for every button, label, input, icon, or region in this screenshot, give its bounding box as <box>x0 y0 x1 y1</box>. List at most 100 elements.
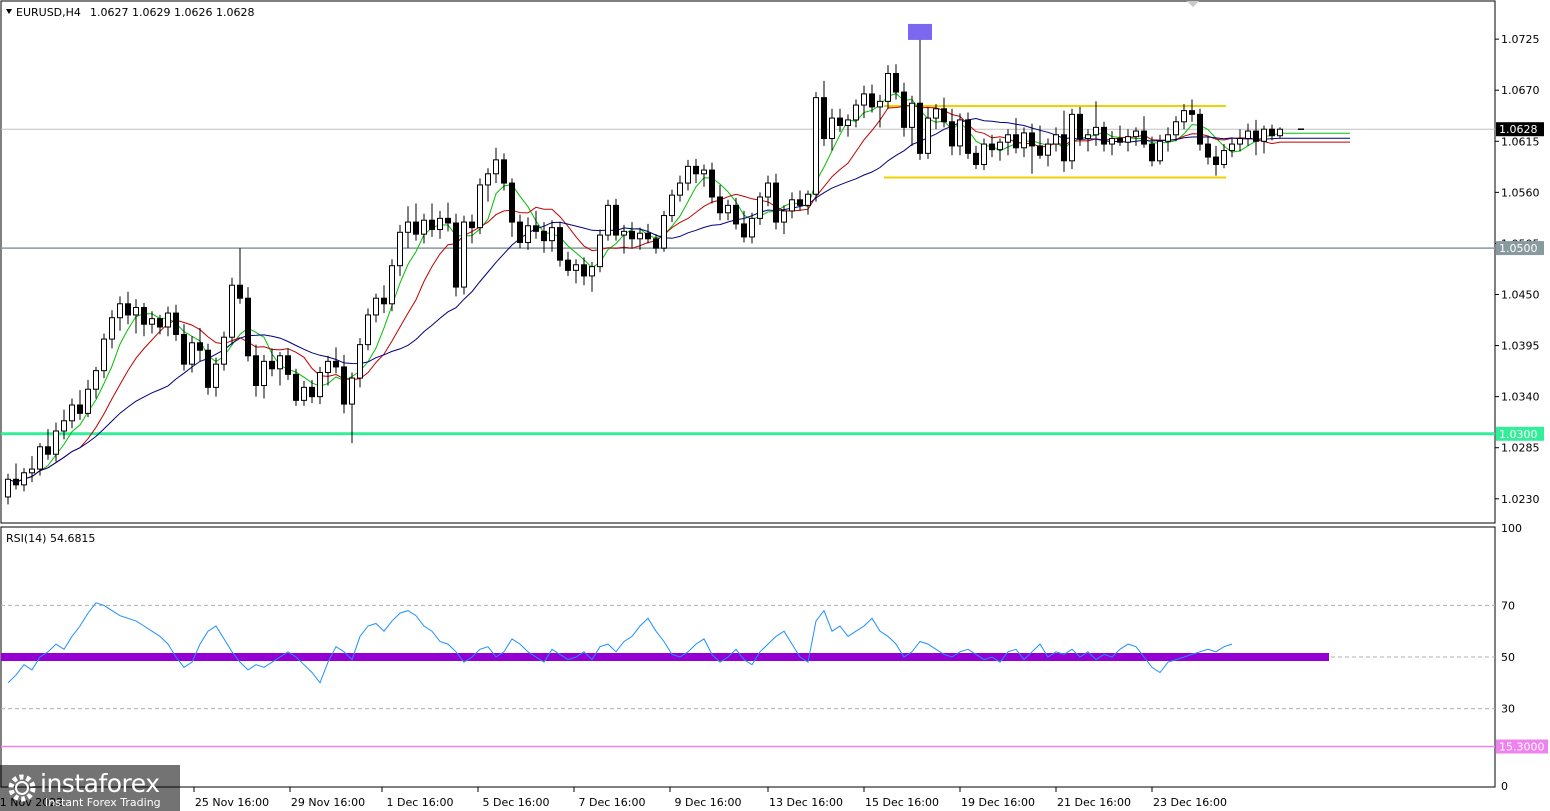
candle-bull <box>373 297 379 316</box>
candle-bear <box>653 238 659 249</box>
candle-bull <box>677 182 683 196</box>
rsi-tick-label: 50 <box>1501 651 1515 664</box>
level-tag-label: 1.0300 <box>1499 428 1538 441</box>
candle-bear <box>917 102 923 154</box>
candle-bull <box>701 169 707 175</box>
candle-bear <box>413 221 419 235</box>
candle-bear <box>837 117 843 126</box>
x-tick-label: 23 Dec 16:00 <box>1153 796 1227 809</box>
price-tick-label: 1.0560 <box>1501 186 1540 199</box>
candle-bull <box>101 338 107 372</box>
candle-bull <box>1237 138 1243 145</box>
candle-bull <box>781 210 787 223</box>
symbol-label: EURUSD,H4 <box>16 6 81 19</box>
candle-bear <box>581 264 587 277</box>
candle-bull <box>349 377 355 405</box>
candle-bull <box>1157 140 1163 162</box>
candle-bull <box>605 204 611 236</box>
candle-bull <box>845 119 851 127</box>
candle-bull <box>765 182 771 198</box>
candle-bull <box>85 388 91 414</box>
candle-bull <box>661 215 667 249</box>
candle-bull <box>5 478 11 498</box>
candle-bear <box>941 108 947 123</box>
candle-bull <box>861 93 867 106</box>
candle-bear <box>141 307 147 325</box>
gear-logo-icon <box>8 774 36 802</box>
rsi-band-50 <box>1 653 1329 661</box>
candle-bear <box>821 97 827 140</box>
candle-bear <box>173 312 179 335</box>
candle-bear <box>517 221 523 243</box>
candle-bull <box>669 194 675 217</box>
candle-bull <box>1173 121 1179 136</box>
candle-bull <box>525 225 531 244</box>
candle-bear <box>1101 126 1107 145</box>
candle-bear <box>333 360 339 368</box>
candle-bull <box>925 117 931 154</box>
candle-bear <box>1013 134 1019 149</box>
candle-bull <box>573 264 579 271</box>
candle-bull <box>685 165 691 184</box>
candle-bear <box>1205 143 1211 158</box>
candle-bull <box>1069 113 1075 162</box>
candle-bear <box>1141 130 1147 145</box>
candle-bull <box>1165 134 1171 142</box>
candle-bear <box>501 159 507 184</box>
candle-bear <box>125 303 131 316</box>
candle-bear <box>237 284 243 299</box>
price-tick-label: 1.0450 <box>1501 289 1540 302</box>
candle-bull <box>1277 128 1283 137</box>
candle-bull <box>109 317 115 340</box>
x-tick-label: 19 Dec 16:00 <box>961 796 1035 809</box>
candle-bear <box>557 227 563 261</box>
candle-bear <box>469 221 475 229</box>
candle-bear <box>901 91 907 128</box>
instaforex-logo: instaforex Instant Forex Trading <box>0 765 180 811</box>
candle-bear <box>797 199 803 206</box>
candle-bear <box>629 230 635 240</box>
candle-bull <box>549 227 555 242</box>
candle-bull <box>805 193 811 206</box>
candle-bear <box>45 446 51 455</box>
price-tick-label: 1.0615 <box>1501 135 1540 148</box>
candle-bull <box>357 344 363 379</box>
candle-bear <box>1269 128 1275 137</box>
candle-bull <box>877 100 883 108</box>
price-panel <box>0 0 1496 524</box>
candle-bear <box>341 366 347 405</box>
candle-bull <box>1245 130 1251 139</box>
x-tick-label: 29 Nov 16:00 <box>291 796 365 809</box>
candle-bull <box>1005 134 1011 143</box>
candle-bear <box>253 355 259 386</box>
candle-bull <box>597 234 603 268</box>
candle-bull <box>1125 136 1131 143</box>
eurusd-h4-chart[interactable]: 1.07251.06701.06151.05601.05051.04501.03… <box>0 0 1550 811</box>
candle-bull <box>93 370 99 390</box>
candle-bull <box>117 303 123 319</box>
candle-bear <box>949 121 955 147</box>
candle-bear <box>429 219 435 230</box>
candle-bull <box>853 104 859 121</box>
candle-bull <box>621 230 627 236</box>
candle-bear <box>893 73 899 93</box>
ohlc-values: 1.0627 1.0629 1.0626 1.0628 <box>90 6 254 19</box>
price-tick-label: 1.0285 <box>1501 442 1540 455</box>
candle-bear <box>533 225 539 232</box>
candle-bull <box>165 312 171 328</box>
candle-bull <box>277 355 283 370</box>
candle-bull <box>53 430 59 455</box>
candle-bear <box>1077 113 1083 139</box>
candle-bull <box>461 221 467 288</box>
price-tick-label: 1.0340 <box>1501 391 1540 404</box>
x-tick-label: 15 Dec 16:00 <box>865 796 939 809</box>
candle-bull <box>981 143 987 165</box>
candle-bull <box>757 196 763 219</box>
candle-bear <box>509 182 515 223</box>
candle-bull <box>389 265 395 305</box>
candle-bull <box>885 73 891 102</box>
x-tick-label: 9 Dec 16:00 <box>675 796 742 809</box>
candle-bull <box>405 221 411 233</box>
candle-bull <box>1261 128 1267 142</box>
candle-bull <box>589 266 595 277</box>
